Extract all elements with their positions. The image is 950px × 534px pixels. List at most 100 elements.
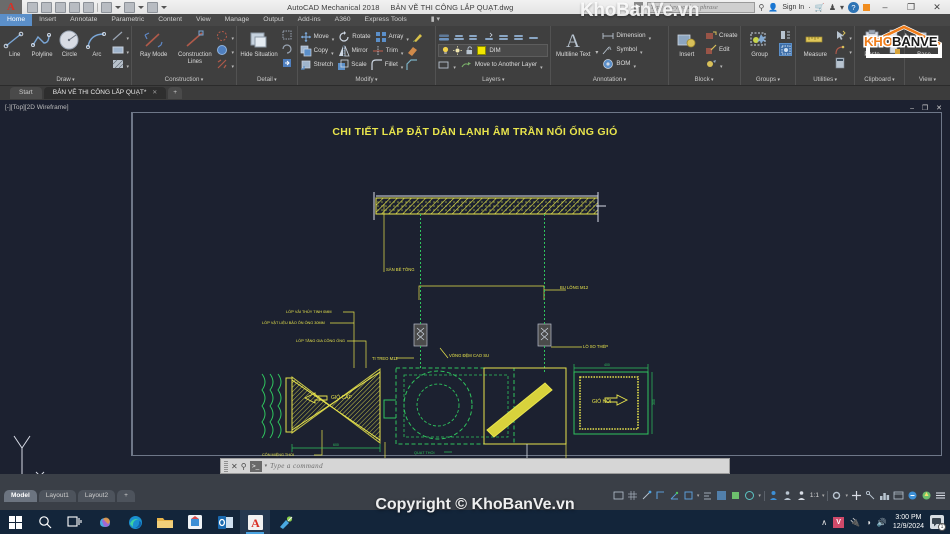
edit-block-label[interactable]: Edit — [719, 46, 730, 53]
tab-view[interactable]: View — [189, 14, 218, 26]
wifi-icon[interactable]: ◑ — [866, 518, 871, 527]
tab-output[interactable]: Output — [256, 14, 290, 26]
account-dropdown-icon[interactable]: ▾ — [840, 3, 844, 12]
group-button[interactable]: Group — [743, 29, 777, 59]
restore-button[interactable]: ❐ — [900, 2, 922, 13]
detail-export-icon[interactable] — [281, 57, 294, 70]
redo-icon[interactable] — [124, 1, 135, 13]
help-icon[interactable]: ? — [848, 1, 859, 13]
move-label[interactable]: Move — [314, 33, 329, 40]
autocad-logo-button[interactable]: A — [0, 0, 22, 14]
command-line[interactable]: ✕ ⚲ >_ ▾ Type a command — [220, 458, 730, 474]
command-line-search-icon[interactable]: ⚲ — [241, 462, 247, 471]
tab-parametric[interactable]: Parametric — [104, 14, 151, 26]
layer-unisolate-icon[interactable] — [468, 31, 480, 43]
minimize-button[interactable]: – — [874, 2, 896, 12]
chamfer-icon[interactable] — [406, 58, 418, 71]
panel-draw-title[interactable]: Draw — [2, 75, 129, 85]
layer-list-icon[interactable] — [438, 59, 450, 71]
tab-content[interactable]: Content — [151, 14, 189, 26]
panel-view-title[interactable]: View — [907, 75, 948, 85]
panel-clipboard-title[interactable]: Clipboard — [857, 75, 902, 85]
erase-icon[interactable] — [406, 45, 418, 57]
layer-properties-icon[interactable] — [438, 31, 450, 43]
panel-utilities-title[interactable]: Utilities — [798, 75, 852, 85]
copy-label[interactable]: Copy — [314, 47, 328, 54]
hatch-button[interactable] — [112, 57, 130, 70]
tab-annotate[interactable]: Annotate — [63, 14, 104, 26]
doc-tab-new[interactable]: + — [168, 87, 183, 99]
redo-dropdown-icon[interactable] — [138, 2, 144, 13]
command-input[interactable]: Type a command — [270, 462, 726, 470]
trim-label[interactable]: Trim — [386, 47, 398, 54]
close-button[interactable]: ✕ — [926, 2, 948, 13]
usb-icon[interactable]: 🔌 — [850, 518, 860, 527]
dimension-button[interactable]: Dimension — [602, 29, 651, 42]
undo-dropdown-icon[interactable] — [115, 2, 121, 13]
layer-color-swatch[interactable] — [477, 46, 487, 55]
mirror-label[interactable]: Mirror — [352, 47, 368, 54]
rotate-label[interactable]: Rotate — [352, 33, 370, 40]
drawing-canvas[interactable]: [-][Top][2D Wireframe] – ❐ ✕ CHI TIẾT LẮ… — [0, 100, 950, 474]
power-edit-icon[interactable] — [412, 31, 424, 43]
ray-mode-button[interactable]: Ray Mode — [134, 29, 173, 59]
clock[interactable]: 3:00 PM 12/9/2024 — [893, 513, 924, 531]
workspace-switch-icon[interactable] — [147, 1, 158, 13]
unikey-icon[interactable]: V — [833, 516, 845, 528]
command-prompt-icon[interactable]: >_ — [249, 460, 262, 472]
tab-insert[interactable]: Insert — [32, 14, 63, 26]
sun-icon[interactable] — [453, 46, 463, 55]
save-icon[interactable] — [55, 1, 66, 13]
panel-groups-title[interactable]: Groups — [743, 75, 794, 85]
notification-center-icon[interactable]: 1 — [930, 515, 946, 531]
line-button[interactable]: Line — [2, 29, 27, 59]
tab-express-tools[interactable]: Express Tools — [358, 14, 414, 26]
save-as-icon[interactable] — [69, 1, 80, 13]
array-label[interactable]: Array — [389, 33, 404, 40]
account-icon[interactable]: ♟ — [829, 3, 836, 12]
symbol-label[interactable]: Symbol — [616, 46, 637, 53]
open-file-icon[interactable] — [41, 1, 52, 13]
doc-tab-drawing[interactable]: BẢN VẼ THI CÔNG LẮP QUẠT* ✕ — [43, 87, 167, 99]
panel-modify-title[interactable]: Modify — [300, 75, 434, 85]
unlock-icon[interactable] — [465, 46, 474, 55]
symbol-button[interactable]: A Symbol — [602, 43, 651, 56]
new-file-icon[interactable] — [27, 1, 38, 13]
stretch-label[interactable]: Stretch — [314, 61, 334, 68]
search-binoculars-icon[interactable]: ⚲ — [759, 3, 765, 12]
panel-layers-title[interactable]: Layers — [438, 75, 548, 85]
calculator-icon[interactable] — [834, 57, 847, 70]
construction-cross-button[interactable] — [216, 57, 234, 70]
command-line-grip[interactable] — [224, 460, 228, 472]
layer-off-icon[interactable] — [498, 31, 510, 43]
circle-button[interactable]: Circle — [57, 29, 82, 59]
scale-label[interactable]: Scale — [351, 61, 366, 68]
hide-situation-button[interactable]: Hide Situation — [239, 29, 279, 59]
doc-tab-start[interactable]: Start — [10, 87, 42, 99]
curve-button[interactable] — [834, 43, 852, 56]
group-edit-icon[interactable] — [778, 43, 792, 56]
current-layer-name[interactable]: DIM — [489, 47, 500, 54]
tab-manage[interactable]: Manage — [218, 14, 257, 26]
panel-detail-title[interactable]: Detail — [239, 75, 295, 85]
arc-button[interactable]: Arc — [84, 29, 109, 59]
panel-construction-title[interactable]: Construction — [134, 75, 234, 85]
fillet-label[interactable]: Fillet — [385, 61, 398, 68]
create-block-button[interactable]: Create — [705, 29, 738, 42]
construction-lines-button[interactable]: Construction Lines — [175, 29, 214, 66]
panel-annotation-title[interactable]: Annotation — [553, 75, 665, 85]
bom-label[interactable]: BOM — [616, 60, 630, 67]
sign-in-button[interactable]: Sign In — [782, 4, 804, 11]
autodesk-store-icon[interactable]: 🛒 — [815, 3, 825, 12]
command-history-icon[interactable]: ▾ — [265, 463, 268, 469]
block-editor-button[interactable] — [705, 57, 738, 70]
undo-icon[interactable] — [101, 1, 112, 13]
create-block-label[interactable]: Create — [719, 32, 738, 39]
notification-indicator-icon[interactable] — [863, 3, 870, 11]
layer-isolate-icon[interactable] — [453, 31, 465, 43]
layer-freeze-icon[interactable] — [483, 31, 495, 43]
ribbon-display-options-icon[interactable]: ▮ ▾ — [424, 14, 447, 26]
lightbulb-icon[interactable] — [441, 46, 450, 55]
volume-icon[interactable]: 🔊 — [877, 518, 887, 527]
tab-a360[interactable]: A360 — [328, 14, 358, 26]
